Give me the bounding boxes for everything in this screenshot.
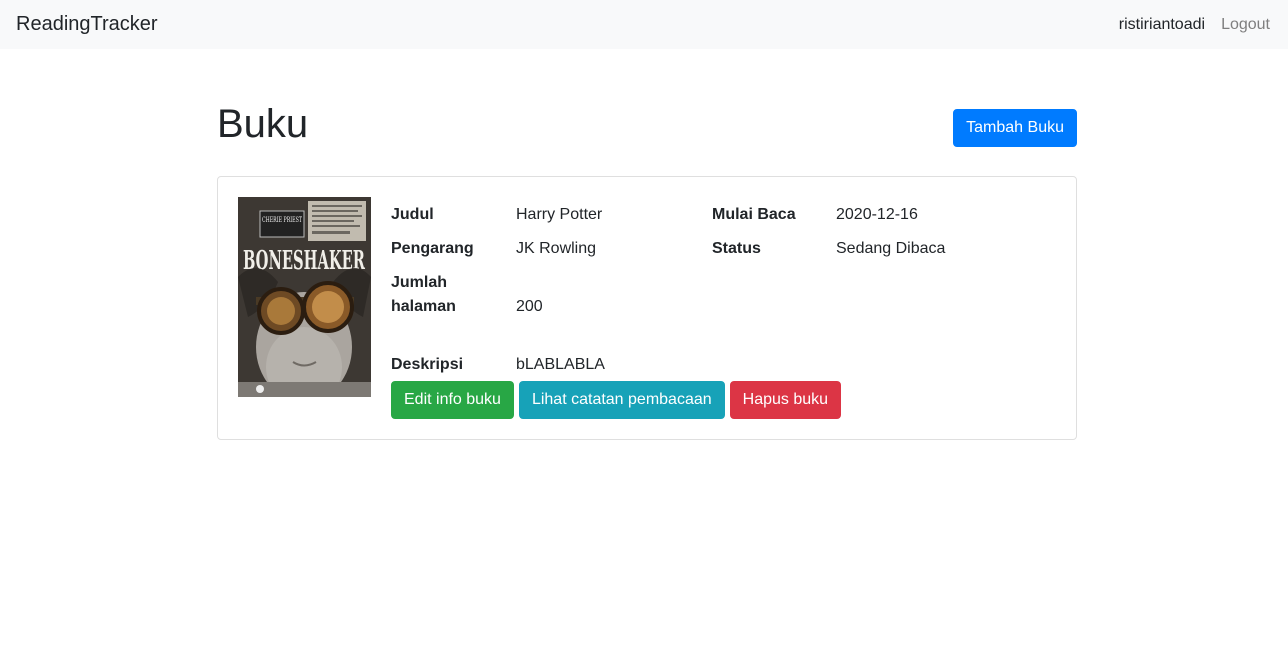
title-label: Judul xyxy=(391,206,434,223)
book-actions: Edit info buku Lihat catatan pembacaan H… xyxy=(391,381,842,419)
cover-author-text: CHERIE PRIEST xyxy=(262,216,302,224)
book-cover-image: CHERIE PRIEST BONESHAKER xyxy=(238,197,371,397)
delete-book-button[interactable]: Hapus buku xyxy=(729,381,842,419)
start-date-value: 2020-12-16 xyxy=(836,206,918,223)
start-date-label: Mulai Baca xyxy=(712,206,796,223)
book-info-grid: Judul Harry Potter Mulai Baca 2020-12-16… xyxy=(391,197,1056,381)
page-header: Buku Tambah Buku xyxy=(217,100,1077,176)
page-title: Buku xyxy=(217,102,309,146)
edit-book-button[interactable]: Edit info buku xyxy=(391,381,514,419)
logout-link[interactable]: Logout xyxy=(1221,16,1270,34)
navbar-right: ristiriantoadi Logout xyxy=(1119,16,1270,34)
navbar: ReadingTracker ristiriantoadi Logout xyxy=(0,0,1288,49)
cover-illustration: CHERIE PRIEST BONESHAKER xyxy=(238,197,371,397)
view-notes-button[interactable]: Lihat catatan pembacaan xyxy=(518,381,725,419)
username: ristiriantoadi xyxy=(1118,15,1206,33)
title-value: Harry Potter xyxy=(516,206,603,223)
status-value: Sedang Dibaca xyxy=(836,240,946,257)
author-value: JK Rowling xyxy=(516,240,597,257)
pages-label-line1: Jumlah xyxy=(391,274,448,291)
author-label: Pengarang xyxy=(391,240,474,257)
description-value: bLABLABLA xyxy=(516,356,605,373)
main-container: Buku Tambah Buku CHERIE PRIEST BONESHAKE… xyxy=(217,100,1077,440)
brand-link[interactable]: ReadingTracker xyxy=(16,13,158,36)
pages-label-line2: halaman xyxy=(391,298,456,315)
status-label: Status xyxy=(712,240,761,257)
book-card: CHERIE PRIEST BONESHAKER Judul Harry Pot… xyxy=(217,176,1077,440)
add-book-button[interactable]: Tambah Buku xyxy=(953,109,1077,147)
book-details: Judul Harry Potter Mulai Baca 2020-12-16… xyxy=(391,197,1056,419)
pages-value: 200 xyxy=(516,298,543,315)
description-label: Deskripsi xyxy=(391,356,464,373)
